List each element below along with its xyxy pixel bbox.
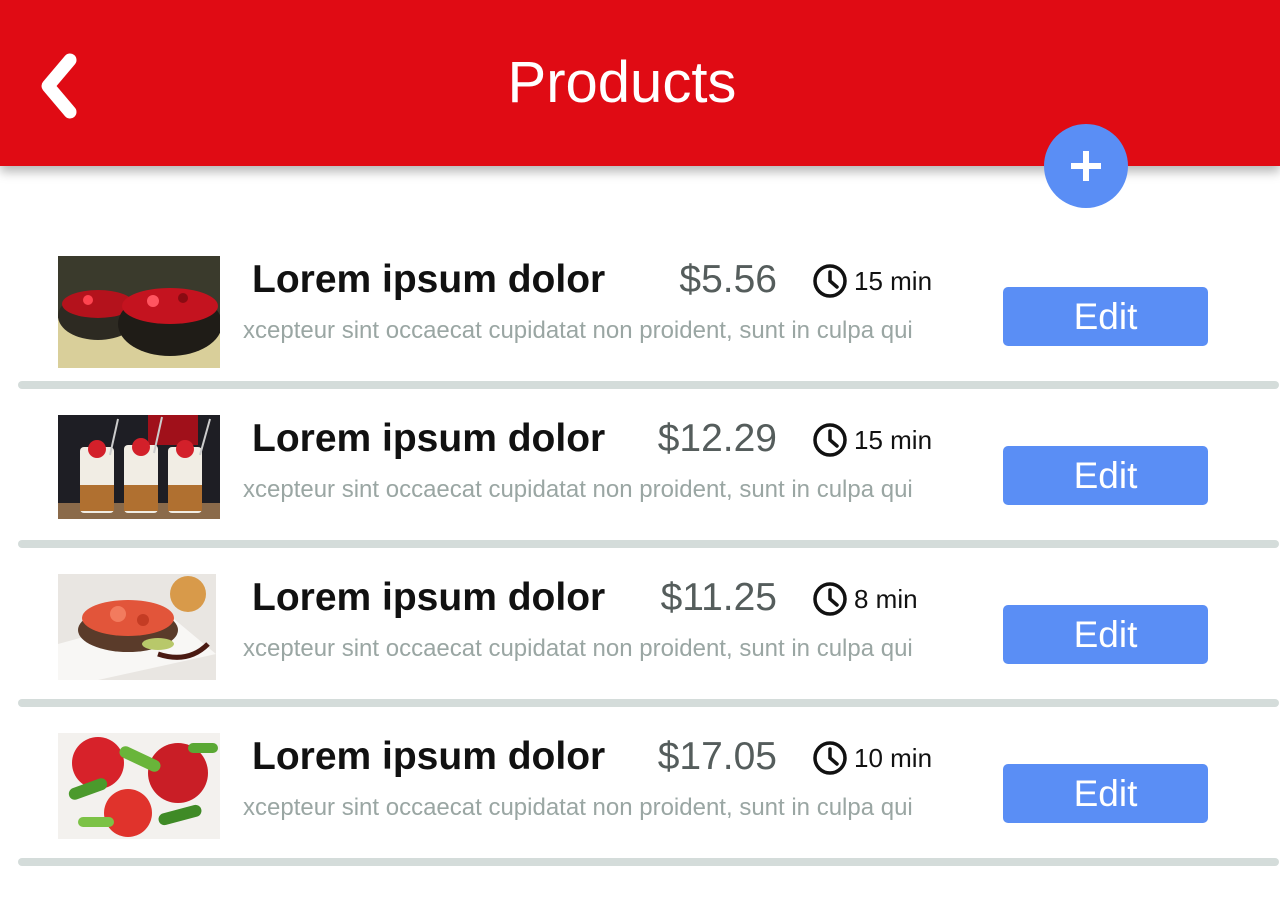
plus-icon (1071, 151, 1101, 181)
product-price: $12.29 (657, 417, 777, 460)
edit-button[interactable]: Edit (1003, 605, 1208, 664)
product-image (58, 733, 220, 845)
row-divider (18, 858, 1279, 866)
product-title: Lorem ipsum dolor (252, 735, 606, 778)
page-title: Products (507, 50, 737, 115)
product-title: Lorem ipsum dolor (252, 417, 606, 460)
row-divider (18, 699, 1279, 707)
prep-time-label: 10 min (854, 743, 933, 773)
clock-icon (812, 581, 848, 617)
prep-time: 15 min (812, 422, 932, 458)
product-price: $17.05 (657, 735, 777, 778)
product-image (58, 574, 220, 686)
prep-time-label: 8 min (854, 584, 918, 614)
product-row: Lorem ipsum dolor $12.29 15 min xcepteur… (0, 389, 1280, 548)
clock-icon (812, 740, 848, 776)
prep-time-label: 15 min (854, 425, 933, 455)
product-price: $11.25 (660, 576, 777, 619)
product-title: Lorem ipsum dolor (252, 576, 606, 619)
add-product-button[interactable] (1044, 124, 1128, 208)
edit-button[interactable]: Edit (1003, 446, 1208, 505)
product-row: Lorem ipsum dolor $5.56 15 min xcepteur … (0, 230, 1280, 389)
edit-button[interactable]: Edit (1003, 287, 1208, 346)
product-row: Lorem ipsum dolor $11.25 8 min xcepteur … (0, 548, 1280, 707)
product-description: xcepteur sint occaecat cupidatat non pro… (243, 476, 913, 503)
product-description: xcepteur sint occaecat cupidatat non pro… (243, 635, 913, 662)
product-price: $5.56 (679, 258, 777, 301)
row-divider (18, 381, 1279, 389)
product-row: Lorem ipsum dolor $17.05 10 min xcepteur… (0, 707, 1280, 866)
product-description: xcepteur sint occaecat cupidatat non pro… (243, 794, 913, 821)
product-list: Lorem ipsum dolor $5.56 15 min xcepteur … (0, 230, 1280, 866)
clock-icon (812, 422, 848, 458)
product-description: xcepteur sint occaecat cupidatat non pro… (243, 317, 913, 344)
prep-time: 15 min (812, 263, 932, 299)
products-screen: Products Lorem ipsum dolor $5.56 15 min … (0, 0, 1280, 900)
prep-time: 10 min (812, 740, 932, 776)
clock-icon (812, 263, 848, 299)
row-divider (18, 540, 1279, 548)
product-title: Lorem ipsum dolor (252, 258, 606, 301)
prep-time: 8 min (812, 581, 918, 617)
product-image (58, 256, 220, 368)
edit-button[interactable]: Edit (1003, 764, 1208, 823)
prep-time-label: 15 min (854, 266, 933, 296)
product-image (58, 415, 220, 527)
